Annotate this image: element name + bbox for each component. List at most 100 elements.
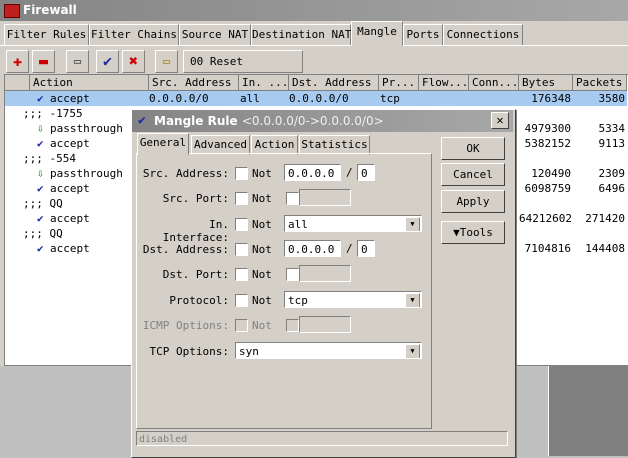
chevron-down-icon[interactable]: ▼ bbox=[405, 344, 420, 358]
table-row[interactable]: ✔ accept 0.0.0.0/0 all 0.0.0.0/0 tcp 176… bbox=[5, 91, 627, 106]
tab-filter-rules[interactable]: Filter Rules bbox=[4, 24, 89, 46]
accept-icon: ✔ bbox=[37, 182, 44, 195]
not-label: Not bbox=[252, 294, 272, 307]
apply-button[interactable]: Apply bbox=[441, 190, 505, 213]
dst-address-input[interactable]: 0.0.0.0 bbox=[284, 240, 341, 257]
row-action: passthrough bbox=[50, 167, 123, 180]
row-action: accept bbox=[50, 242, 90, 255]
firewall-icon bbox=[4, 4, 20, 18]
row-comment: ;;; -1755 bbox=[23, 107, 83, 120]
add-icon[interactable]: ✚ bbox=[6, 50, 29, 73]
row-bytes: 6098759 bbox=[524, 182, 571, 195]
in-interface-not-checkbox[interactable] bbox=[235, 218, 248, 231]
row-comment: ;;; -554 bbox=[23, 152, 76, 165]
chevron-down-icon[interactable]: ▼ bbox=[405, 293, 420, 307]
header-action[interactable]: Action bbox=[30, 75, 149, 91]
row-packets: 3580 bbox=[598, 92, 626, 105]
src-address-not-checkbox[interactable] bbox=[235, 167, 248, 180]
icmp-options-not-checkbox bbox=[235, 319, 248, 332]
dialog-titlebar[interactable]: ✔ Mangle Rule <0.0.0.0/0->0.0.0.0/0> ✕ bbox=[132, 110, 513, 132]
tab-source-nat[interactable]: Source NAT bbox=[179, 24, 251, 46]
not-label: Not bbox=[252, 192, 272, 205]
remove-icon[interactable]: ▬ bbox=[32, 50, 55, 73]
not-label: Not bbox=[252, 167, 272, 180]
header-dst-address[interactable]: Dst. Address bbox=[289, 75, 379, 91]
tab-mangle[interactable]: Mangle bbox=[351, 21, 403, 46]
tab-action[interactable]: Action bbox=[251, 135, 298, 155]
row-comment: ;;; QQ bbox=[23, 227, 63, 240]
general-panel: Src. Address: Not 0.0.0.0 / 0 Src. Port:… bbox=[136, 153, 432, 429]
src-port-not-checkbox[interactable] bbox=[235, 192, 248, 205]
src-address-mask-input[interactable]: 0 bbox=[357, 164, 375, 181]
tab-general[interactable]: General bbox=[137, 133, 189, 155]
row-bytes: 120490 bbox=[531, 167, 571, 180]
row-bytes: 5382152 bbox=[524, 137, 571, 150]
mangle-rule-dialog: ✔ Mangle Rule <0.0.0.0/0->0.0.0.0/0> ✕ G… bbox=[131, 109, 516, 458]
tab-bar: Filter Rules Filter Chains Source NAT De… bbox=[0, 21, 628, 46]
row-bytes: 176348 bbox=[531, 92, 571, 105]
chevron-down-icon[interactable]: ▼ bbox=[405, 217, 420, 231]
row-in-interface: all bbox=[240, 92, 260, 105]
tab-filter-chains[interactable]: Filter Chains bbox=[89, 24, 179, 46]
row-action: passthrough bbox=[50, 122, 123, 135]
icmp-options-enable-checkbox bbox=[286, 319, 299, 332]
close-button[interactable]: ✕ bbox=[491, 112, 509, 129]
header-bytes[interactable]: Bytes bbox=[519, 75, 573, 91]
dst-address-label: Dst. Address: bbox=[142, 243, 229, 256]
tab-advanced[interactable]: Advanced bbox=[191, 135, 250, 155]
tab-connections[interactable]: Connections bbox=[443, 24, 523, 46]
row-packets: 5334 bbox=[598, 122, 626, 135]
in-interface-label: In. Interface: bbox=[162, 218, 229, 244]
row-action: accept bbox=[50, 212, 90, 225]
slash-separator: / bbox=[346, 166, 353, 179]
filter-icon[interactable]: ▭ bbox=[155, 50, 178, 73]
row-packets: 144408 bbox=[585, 242, 625, 255]
header-packets[interactable]: Packets bbox=[573, 75, 627, 91]
row-protocol: tcp bbox=[380, 92, 400, 105]
row-comment: ;;; QQ bbox=[23, 197, 63, 210]
not-label: Not bbox=[252, 218, 272, 231]
protocol-not-checkbox[interactable] bbox=[235, 294, 248, 307]
header-in-interface[interactable]: In. ... bbox=[239, 75, 289, 91]
disable-icon[interactable]: ✖ bbox=[122, 50, 145, 73]
src-port-enable-checkbox[interactable] bbox=[286, 192, 299, 205]
passthrough-icon: ⇩ bbox=[37, 167, 44, 180]
header-flow[interactable]: Flow... bbox=[419, 75, 469, 91]
row-bytes: 7104816 bbox=[524, 242, 571, 255]
dst-port-enable-checkbox[interactable] bbox=[286, 268, 299, 281]
in-interface-select[interactable]: all ▼ bbox=[284, 215, 422, 232]
window-title: Firewall bbox=[23, 3, 77, 17]
toolbar: ✚ ▬ ▭ ✔ ✖ ▭ 00 Reset Counters bbox=[0, 45, 628, 89]
tcp-options-label: TCP Options: bbox=[149, 345, 229, 358]
dst-port-not-checkbox[interactable] bbox=[235, 268, 248, 281]
accept-icon: ✔ bbox=[37, 92, 44, 105]
tab-statistics[interactable]: Statistics bbox=[299, 135, 370, 155]
dialog-title: Mangle Rule bbox=[154, 114, 238, 128]
header-protocol[interactable]: Pr... bbox=[379, 75, 419, 91]
row-action: accept bbox=[50, 137, 90, 150]
tab-ports[interactable]: Ports bbox=[403, 24, 443, 46]
src-port-input[interactable] bbox=[299, 189, 351, 206]
cancel-button[interactable]: Cancel bbox=[441, 163, 505, 186]
row-packets: 2309 bbox=[598, 167, 626, 180]
header-connection[interactable]: Conn... bbox=[469, 75, 519, 91]
reset-counters-button[interactable]: 00 Reset Counters bbox=[183, 50, 303, 89]
dst-address-not-checkbox[interactable] bbox=[235, 243, 248, 256]
dst-port-label: Dst. Port: bbox=[162, 268, 229, 281]
background-panel bbox=[548, 366, 628, 456]
header-src-address[interactable]: Src. Address bbox=[149, 75, 239, 91]
dst-address-mask-input[interactable]: 0 bbox=[357, 240, 375, 257]
tcp-options-value: syn bbox=[239, 345, 259, 358]
enable-icon[interactable]: ✔ bbox=[96, 50, 119, 73]
tools-button[interactable]: ▼Tools bbox=[441, 221, 505, 244]
tab-destination-nat[interactable]: Destination NAT bbox=[251, 24, 351, 46]
src-address-input[interactable]: 0.0.0.0 bbox=[284, 164, 341, 181]
window-titlebar[interactable]: Firewall bbox=[0, 0, 628, 21]
row-packets: 271420 bbox=[585, 212, 625, 225]
comment-icon[interactable]: ▭ bbox=[66, 50, 89, 73]
accept-icon: ✔ bbox=[37, 242, 44, 255]
tcp-options-select[interactable]: syn ▼ bbox=[235, 342, 422, 359]
dst-port-input[interactable] bbox=[299, 265, 351, 282]
ok-button[interactable]: OK bbox=[441, 137, 505, 160]
protocol-select[interactable]: tcp ▼ bbox=[284, 291, 422, 308]
